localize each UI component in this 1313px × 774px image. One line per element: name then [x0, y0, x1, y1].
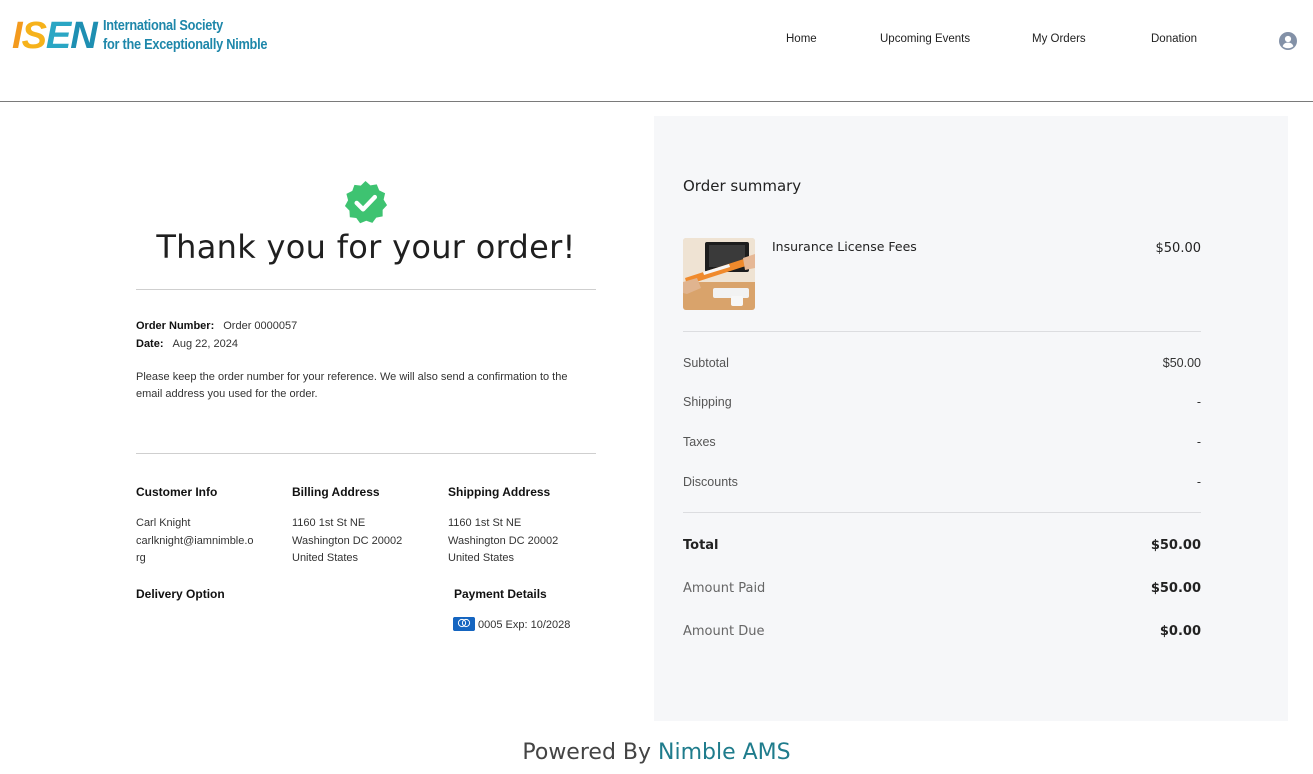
nav-home[interactable]: Home [786, 33, 817, 45]
billing-line2: Washington DC 20002 [292, 534, 403, 547]
shipping-line2: Washington DC 20002 [448, 534, 559, 547]
delivery-option-heading: Delivery Option [136, 587, 225, 601]
logo-text-line2: for the Exceptionally Nimble [102, 37, 267, 53]
order-number-row: Order Number: Order 0000057 [136, 320, 297, 332]
order-number-label: Order Number: [136, 320, 215, 332]
discounts-value: - [1196, 475, 1201, 489]
customer-info-body: Carl Knight carlknight@iamnimble.o rg [136, 515, 254, 568]
divider [683, 331, 1201, 332]
amount-paid-value: $50.00 [1150, 581, 1201, 596]
logo-letter-s: S [21, 15, 47, 57]
billing-line3: United States [292, 552, 359, 564]
order-date-value: Aug 22, 2024 [172, 338, 238, 350]
check-badge-icon [344, 180, 388, 224]
shipping-label: Shipping [683, 395, 732, 409]
logo-text-line1: International Society [102, 18, 223, 34]
powered-by-footer: Powered By Nimble AMS [0, 740, 1313, 765]
taxes-value: - [1196, 435, 1201, 449]
shipping-address-body: 1160 1st St NE Washington DC 20002 Unite… [448, 515, 558, 568]
site-header: ISEN International Society for the Excep… [0, 0, 1313, 102]
amount-due-label: Amount Due [683, 624, 765, 639]
subtotal-label: Subtotal [683, 356, 729, 370]
subtotal-value: $50.00 [1162, 356, 1201, 370]
nav-my-orders[interactable]: My Orders [1032, 33, 1086, 45]
order-number-value: Order 0000057 [223, 320, 298, 332]
customer-name: Carl Knight [136, 517, 191, 529]
thank-you-heading: Thank you for your order! [156, 228, 576, 266]
billing-line1: 1160 1st St NE [292, 517, 366, 529]
logo-letter-e: E [45, 15, 71, 57]
logo-letter-i: I [12, 15, 23, 57]
line-item-price: $50.00 [1155, 241, 1202, 256]
order-date-row: Date: Aug 22, 2024 [136, 338, 238, 350]
billing-address-heading: Billing Address [292, 485, 380, 499]
reference-note: Please keep the order number for your re… [136, 371, 568, 400]
total-label: Total [683, 538, 719, 553]
credit-card-icon [453, 617, 475, 631]
divider [683, 512, 1201, 513]
divider [136, 289, 596, 290]
order-date-label: Date: [136, 338, 164, 350]
logo-mark: ISEN [12, 15, 98, 57]
customer-email-line1: carlknight@iamnimble.o [136, 534, 254, 547]
discounts-label: Discounts [683, 475, 738, 489]
shipping-line1: 1160 1st St NE [448, 517, 522, 529]
user-circle-icon[interactable] [1279, 32, 1297, 50]
line-item-name: Insurance License Fees [772, 239, 917, 254]
payment-details-heading: Payment Details [454, 587, 547, 601]
total-value: $50.00 [1150, 538, 1201, 553]
shipping-line3: United States [448, 552, 515, 564]
nav-donation[interactable]: Donation [1151, 33, 1197, 45]
shipping-value: - [1196, 395, 1201, 409]
nav-upcoming-events[interactable]: Upcoming Events [880, 33, 970, 45]
nimble-ams-link[interactable]: Nimble AMS [658, 740, 791, 765]
amount-paid-label: Amount Paid [683, 581, 766, 596]
billing-address-body: 1160 1st St NE Washington DC 20002 Unite… [292, 515, 402, 568]
taxes-label: Taxes [683, 435, 716, 449]
product-thumbnail [683, 238, 755, 310]
isen-logo[interactable]: ISEN International Society for the Excep… [12, 16, 289, 56]
order-summary-title: Order summary [683, 177, 802, 195]
amount-due-value: $0.00 [1159, 624, 1201, 639]
divider [136, 453, 596, 454]
card-details: 0005 Exp: 10/2028 [478, 619, 571, 631]
customer-email-line2: rg [136, 552, 146, 564]
customer-info-heading: Customer Info [136, 485, 218, 499]
logo-text: International Society for the Exceptiona… [103, 17, 267, 55]
powered-by-prefix: Powered By [522, 740, 659, 765]
shipping-address-heading: Shipping Address [448, 485, 551, 499]
logo-letter-n: N [70, 15, 97, 57]
